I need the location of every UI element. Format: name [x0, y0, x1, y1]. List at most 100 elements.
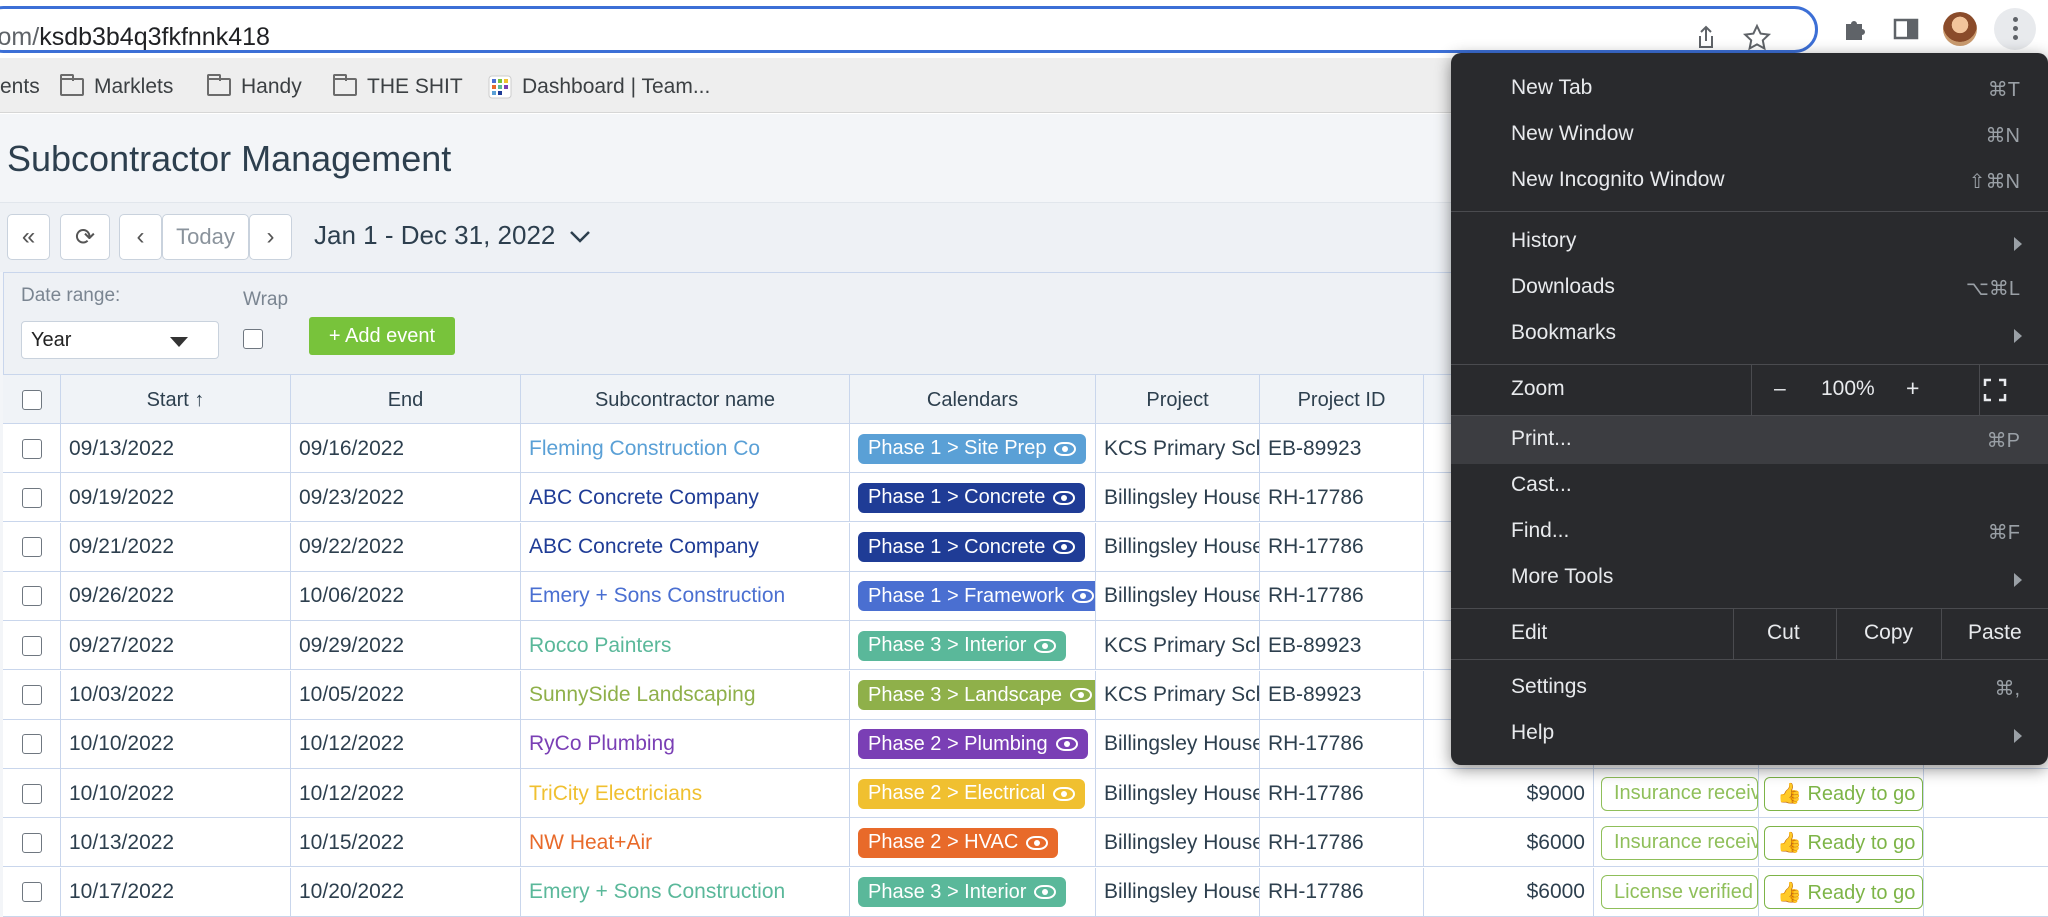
col-end[interactable]: End: [290, 375, 520, 425]
project-id-cell[interactable]: RH-17786: [1259, 818, 1423, 868]
subcontractor-cell[interactable]: NW Heat+Air: [520, 818, 849, 868]
eye-icon[interactable]: [1072, 589, 1095, 604]
calendar-tag[interactable]: Phase 3 > Landscape: [858, 680, 1095, 710]
calendar-tag[interactable]: Phase 2 > HVAC: [858, 827, 1059, 858]
subcontractor-cell[interactable]: Fleming Construction Co: [520, 424, 849, 473]
end-date-cell[interactable]: 09/29/2022: [290, 621, 520, 671]
calendar-tag[interactable]: Phase 2 > Electrical: [858, 778, 1086, 809]
start-date-cell[interactable]: 10/03/2022: [60, 670, 290, 720]
today-button[interactable]: Today: [162, 214, 249, 260]
calendar-cell[interactable]: Phase 3 > Interior: [849, 867, 1095, 917]
project-id-cell[interactable]: RH-17786: [1259, 522, 1423, 572]
subcontractor-cell[interactable]: ABC Concrete Company: [520, 522, 849, 572]
project-id-cell[interactable]: RH-17786: [1259, 769, 1423, 819]
table-row[interactable]: 10/10/2022 10/12/2022 TriCity Electricians…: [3, 769, 2048, 819]
end-date-cell[interactable]: 09/23/2022: [290, 473, 520, 523]
menu-settings[interactable]: Settings ⌘,: [1451, 666, 2048, 712]
project-cell[interactable]: Billingsley House: [1095, 769, 1259, 819]
profile-avatar[interactable]: [1943, 12, 1977, 46]
bookmark-star-icon[interactable]: [1742, 23, 1772, 53]
subcontractor-name[interactable]: ABC Concrete Company: [529, 535, 759, 559]
start-date-cell[interactable]: 10/10/2022: [60, 719, 290, 769]
select-all-checkbox[interactable]: [21, 390, 42, 410]
eye-icon[interactable]: [1034, 638, 1057, 653]
start-date-cell[interactable]: 10/17/2022: [60, 867, 290, 917]
start-date-cell[interactable]: 09/19/2022: [60, 473, 290, 523]
calendar-tag[interactable]: Phase 3 > Interior: [858, 630, 1067, 661]
extensions-icon[interactable]: [1838, 12, 1872, 46]
start-date-cell[interactable]: 09/27/2022: [60, 621, 290, 671]
menu-copy[interactable]: Copy: [1864, 621, 1913, 645]
calendar-tag[interactable]: Phase 2 > Plumbing: [858, 729, 1088, 760]
eye-icon[interactable]: [1053, 490, 1076, 505]
calendar-tag[interactable]: Phase 3 > Interior: [858, 877, 1067, 908]
calendar-cell[interactable]: Phase 2 > Electrical: [849, 769, 1095, 819]
row-checkbox[interactable]: [21, 438, 42, 459]
subcontractor-cell[interactable]: Emery + Sons Construction: [520, 571, 849, 621]
subcontractor-name[interactable]: ABC Concrete Company: [529, 486, 759, 510]
end-date-cell[interactable]: 10/06/2022: [290, 571, 520, 621]
menu-cast[interactable]: Cast...: [1451, 464, 2048, 510]
status-cell[interactable]: Insurance received: [1593, 769, 1758, 819]
address-bar[interactable]: com/ksdb3b4q3fkfnnk418: [0, 6, 1818, 53]
calendar-cell[interactable]: Phase 1 > Framework: [849, 571, 1095, 621]
end-date-cell[interactable]: 10/20/2022: [290, 867, 520, 917]
project-id-cell[interactable]: EB-89923: [1259, 621, 1423, 671]
project-cell[interactable]: Billingsley House: [1095, 719, 1259, 769]
eye-icon[interactable]: [1070, 688, 1093, 702]
project-id-cell[interactable]: EB-89923: [1259, 424, 1423, 473]
project-id-cell[interactable]: RH-17786: [1259, 571, 1423, 621]
menu-history[interactable]: History: [1451, 220, 2048, 266]
col-subcontractor-name[interactable]: Subcontractor name: [520, 375, 849, 425]
next-button[interactable]: ›: [249, 214, 292, 260]
end-date-cell[interactable]: 10/12/2022: [290, 719, 520, 769]
calendar-cell[interactable]: Phase 3 > Interior: [849, 621, 1095, 671]
end-date-cell[interactable]: 10/12/2022: [290, 769, 520, 819]
status-cell[interactable]: License verified: [1593, 867, 1758, 917]
end-date-cell[interactable]: 09/16/2022: [290, 424, 520, 473]
menu-bookmarks[interactable]: Bookmarks: [1451, 312, 2048, 358]
calendar-cell[interactable]: Phase 1 > Concrete: [849, 522, 1095, 572]
calendar-tag[interactable]: Phase 1 > Concrete: [858, 482, 1086, 513]
subcontractor-cell[interactable]: SunnySide Landscaping: [520, 670, 849, 720]
project-cell[interactable]: Billingsley House: [1095, 571, 1259, 621]
bookmark-folder-handy[interactable]: Handy: [207, 74, 302, 100]
row-checkbox[interactable]: [21, 635, 42, 656]
subcontractor-cell[interactable]: ABC Concrete Company: [520, 473, 849, 523]
row-checkbox[interactable]: [21, 537, 42, 558]
zoom-in-button[interactable]: +: [1906, 375, 1919, 402]
add-event-button[interactable]: + Add event: [309, 317, 455, 355]
row-checkbox[interactable]: [21, 734, 42, 755]
project-cell[interactable]: Billingsley House: [1095, 867, 1259, 917]
eye-icon[interactable]: [1053, 786, 1076, 801]
project-cell[interactable]: KCS Primary School: [1095, 670, 1259, 720]
eye-icon[interactable]: [1054, 441, 1077, 456]
project-cell[interactable]: KCS Primary School: [1095, 424, 1259, 473]
menu-help[interactable]: Help: [1451, 712, 2048, 758]
project-id-cell[interactable]: RH-17786: [1259, 867, 1423, 917]
eye-icon[interactable]: [1053, 540, 1076, 555]
zoom-out-button[interactable]: –: [1774, 377, 1786, 401]
wrap-checkbox[interactable]: [243, 329, 263, 349]
amount-cell[interactable]: $9000: [1423, 769, 1593, 819]
subcontractor-name[interactable]: NW Heat+Air: [529, 831, 652, 855]
calendar-cell[interactable]: Phase 3 > Landscape: [849, 670, 1095, 720]
share-icon[interactable]: [1691, 23, 1721, 53]
subcontractor-cell[interactable]: Rocco Painters: [520, 621, 849, 671]
menu-more-tools[interactable]: More Tools: [1451, 556, 2048, 602]
menu-print[interactable]: Print... ⌘P: [1451, 416, 2048, 464]
col-project[interactable]: Project: [1095, 375, 1259, 425]
eye-icon[interactable]: [1055, 737, 1078, 752]
menu-downloads[interactable]: Downloads ⌥⌘L: [1451, 266, 2048, 312]
end-date-cell[interactable]: 10/15/2022: [290, 818, 520, 868]
date-range-dropdown[interactable]: Jan 1 - Dec 31, 2022: [314, 220, 591, 251]
calendar-cell[interactable]: Phase 1 > Concrete: [849, 473, 1095, 523]
table-row[interactable]: 10/17/2022 10/20/2022 Emery + Sons Constru…: [3, 867, 2048, 917]
subcontractor-name[interactable]: Emery + Sons Construction: [529, 880, 785, 904]
project-id-cell[interactable]: EB-89923: [1259, 670, 1423, 720]
bookmark-folder-the-shit[interactable]: THE SHIT: [333, 74, 463, 100]
bookmark-folder-marklets[interactable]: Marklets: [60, 74, 173, 100]
side-panel-icon[interactable]: [1889, 12, 1923, 46]
calendar-tag[interactable]: Phase 1 > Site Prep: [858, 433, 1087, 464]
prev-button[interactable]: ‹: [119, 214, 162, 260]
